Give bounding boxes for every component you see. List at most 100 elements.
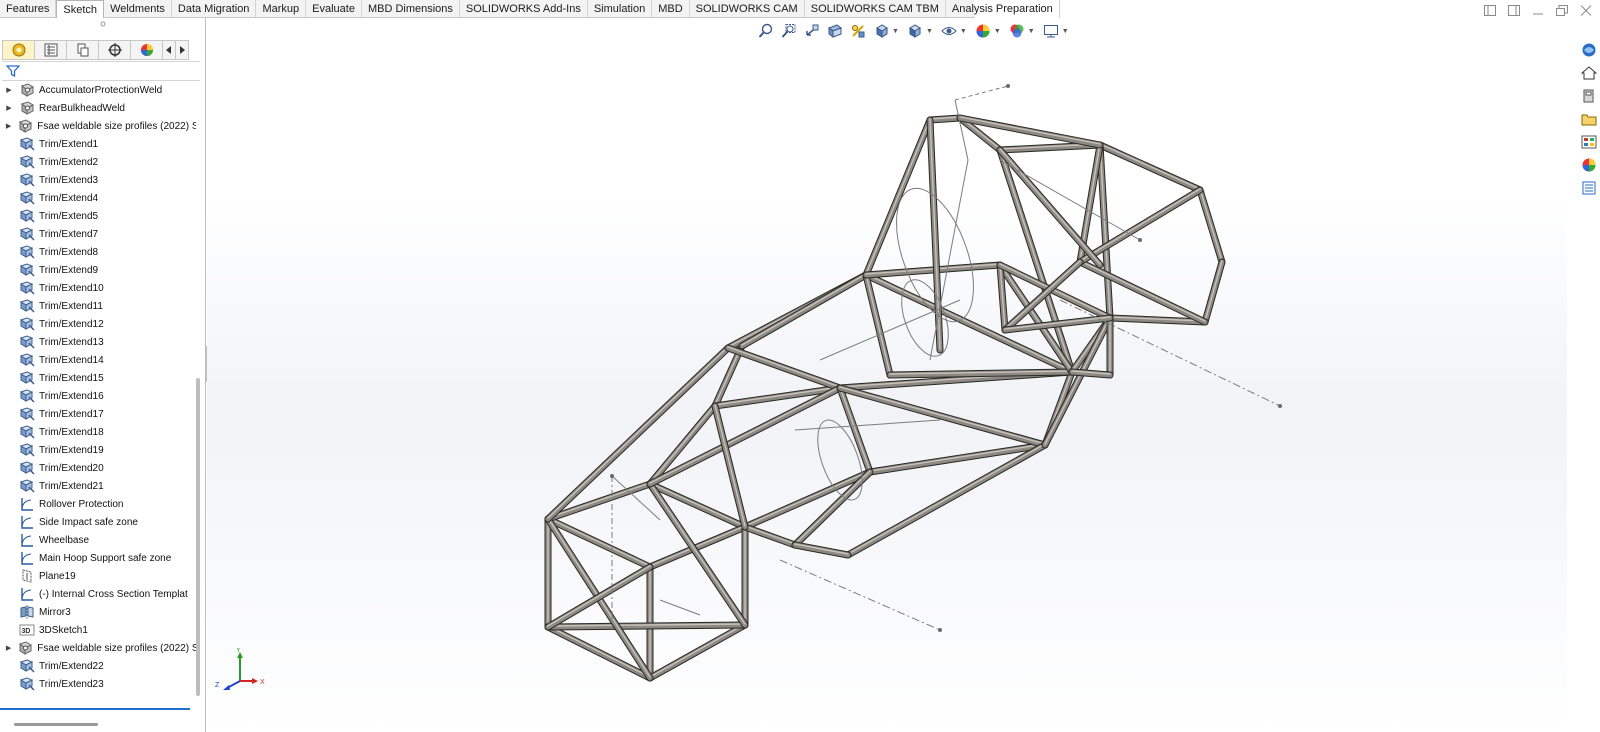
frame-tube[interactable] xyxy=(741,523,799,549)
tree-item[interactable]: Trim/Extend2 xyxy=(0,153,196,171)
frame-tube[interactable] xyxy=(1096,141,1204,194)
panel-grip[interactable] xyxy=(0,18,205,30)
frame-tube[interactable] xyxy=(1041,314,1114,449)
tree-item[interactable]: (-) Internal Cross Section Templat xyxy=(0,585,196,603)
frame-tube[interactable] xyxy=(862,116,934,279)
expand-arrow-icon[interactable]: ▶ xyxy=(0,639,17,657)
tree-item[interactable]: ▶ Fsae weldable size profiles (2022) Sq xyxy=(0,639,196,657)
restore-icon[interactable] xyxy=(1554,3,1570,17)
tree-item[interactable]: Side Impact safe zone xyxy=(0,513,196,531)
tab-data-migration[interactable]: Data Migration xyxy=(172,0,257,18)
tab-evaluate[interactable]: Evaluate xyxy=(306,0,362,18)
tab-solidworks-cam-tbm[interactable]: SOLIDWORKS CAM TBM xyxy=(805,0,946,18)
frame-tube[interactable] xyxy=(836,384,874,476)
tab-mbd[interactable]: MBD xyxy=(652,0,690,18)
frame-tube[interactable] xyxy=(791,541,852,559)
tab-analysis-preparation[interactable]: Analysis Preparation xyxy=(946,0,1060,18)
tab-solidworks-add-ins[interactable]: SOLIDWORKS Add-Ins xyxy=(460,0,588,18)
home-tab[interactable] xyxy=(1579,63,1599,83)
tree-item[interactable]: Rollover Protection xyxy=(0,495,196,513)
sketch-point[interactable] xyxy=(1138,238,1142,242)
tab-mbd-dimensions[interactable]: MBD Dimensions xyxy=(362,0,460,18)
custom-properties-tab[interactable] xyxy=(1579,178,1599,198)
design-library-tab[interactable] xyxy=(1579,86,1599,106)
edit-appearance-button[interactable] xyxy=(973,22,993,40)
expand-arrow-icon[interactable]: ▶ xyxy=(0,117,17,135)
tree-item[interactable]: 3D 3DSketch1 xyxy=(0,621,196,639)
tree-item[interactable]: Trim/Extend4 xyxy=(0,189,196,207)
tree-vertical-scrollbar[interactable] xyxy=(196,378,200,696)
frame-tube[interactable] xyxy=(544,344,732,523)
frame-tube[interactable] xyxy=(886,368,1076,379)
chevron-down-icon[interactable]: ▼ xyxy=(1028,28,1035,35)
rollback-bar[interactable] xyxy=(0,708,190,710)
tree-item[interactable]: Trim/Extend23 xyxy=(0,675,196,693)
view-orientation-button[interactable] xyxy=(871,22,891,40)
frame-tube[interactable] xyxy=(646,621,749,682)
tree-item[interactable]: Trim/Extend15 xyxy=(0,369,196,387)
frame-tube[interactable] xyxy=(741,468,874,531)
tree-item[interactable]: Trim/Extend16 xyxy=(0,387,196,405)
tree-item[interactable]: Trim/Extend11 xyxy=(0,297,196,315)
frame-tube[interactable] xyxy=(862,271,894,379)
frame-tube[interactable] xyxy=(996,146,1076,376)
chevron-down-icon[interactable]: ▼ xyxy=(994,28,1001,35)
appearances-tab[interactable] xyxy=(1579,155,1599,175)
chevron-down-icon[interactable]: ▼ xyxy=(926,28,933,35)
section-view-button[interactable] xyxy=(825,22,845,40)
sketch-line[interactable] xyxy=(954,99,969,161)
tab-configuration-manager[interactable] xyxy=(66,40,99,60)
sketch-line[interactable] xyxy=(779,559,941,631)
sketch-point[interactable] xyxy=(938,628,942,632)
tree-item[interactable]: Trim/Extend9 xyxy=(0,261,196,279)
tab-feature-manager[interactable] xyxy=(2,40,35,60)
view-palette-tab[interactable] xyxy=(1579,132,1599,152)
chevron-down-icon[interactable]: ▼ xyxy=(1062,28,1069,35)
expand-arrow-icon[interactable]: ▶ xyxy=(0,99,18,117)
solidworks-resources-tab[interactable] xyxy=(1579,40,1599,60)
frame-tube[interactable] xyxy=(836,384,1049,449)
sketch-line[interactable] xyxy=(659,599,701,616)
tree-horizontal-scrollbar[interactable] xyxy=(14,723,98,726)
tab-solidworks-cam[interactable]: SOLIDWORKS CAM xyxy=(690,0,805,18)
tree-item[interactable]: Trim/Extend3 xyxy=(0,171,196,189)
tab-property-manager[interactable] xyxy=(34,40,67,60)
tree-item[interactable]: Trim/Extend14 xyxy=(0,351,196,369)
tree-item[interactable]: Wheelbase xyxy=(0,531,196,549)
tree-item[interactable]: Trim/Extend10 xyxy=(0,279,196,297)
frame-tube[interactable] xyxy=(724,344,844,392)
frame-tube[interactable] xyxy=(1068,368,1114,379)
tree-filter[interactable] xyxy=(2,61,200,81)
frame-tube[interactable] xyxy=(926,114,964,124)
tree-item[interactable]: Main Hoop Support safe zone xyxy=(0,549,196,567)
previous-view-button[interactable] xyxy=(802,22,822,40)
hide-show-items-button[interactable] xyxy=(939,22,959,40)
dynamic-annotation-button[interactable] xyxy=(848,22,868,40)
tree-item[interactable]: Trim/Extend8 xyxy=(0,243,196,261)
expand-arrow-icon[interactable]: ▶ xyxy=(0,81,18,99)
tree-item[interactable]: Trim/Extend12 xyxy=(0,315,196,333)
file-explorer-tab[interactable] xyxy=(1579,109,1599,129)
frame-tube[interactable] xyxy=(738,271,870,350)
tab-dimxpert[interactable] xyxy=(98,40,131,60)
sketch-line[interactable] xyxy=(954,85,1009,101)
tree-item[interactable]: Trim/Extend17 xyxy=(0,405,196,423)
sketch-point[interactable] xyxy=(1278,404,1282,408)
frame-tube[interactable] xyxy=(1201,258,1226,326)
tab-sketch[interactable]: Sketch xyxy=(56,0,105,18)
frame-tube[interactable] xyxy=(544,621,749,631)
chevron-down-icon[interactable]: ▼ xyxy=(892,28,899,35)
frame-tube[interactable] xyxy=(711,402,749,531)
sketch-line[interactable] xyxy=(794,419,941,431)
frame-tube[interactable] xyxy=(1096,141,1114,322)
frame-tube[interactable] xyxy=(791,468,874,549)
frame-tube[interactable] xyxy=(544,563,654,631)
tree-item[interactable]: Trim/Extend22 xyxy=(0,657,196,675)
tile-right-icon[interactable] xyxy=(1506,3,1522,17)
apply-scene-button[interactable] xyxy=(1007,22,1027,40)
chevron-down-icon[interactable]: ▼ xyxy=(960,28,967,35)
tree-item[interactable]: Trim/Extend21 xyxy=(0,477,196,495)
tree-item[interactable]: ▶ Fsae weldable size profiles (2022) Sq xyxy=(0,117,196,135)
tree-item[interactable]: Trim/Extend5 xyxy=(0,207,196,225)
tree-item[interactable]: ▶ RearBulkheadWeld xyxy=(0,99,196,117)
